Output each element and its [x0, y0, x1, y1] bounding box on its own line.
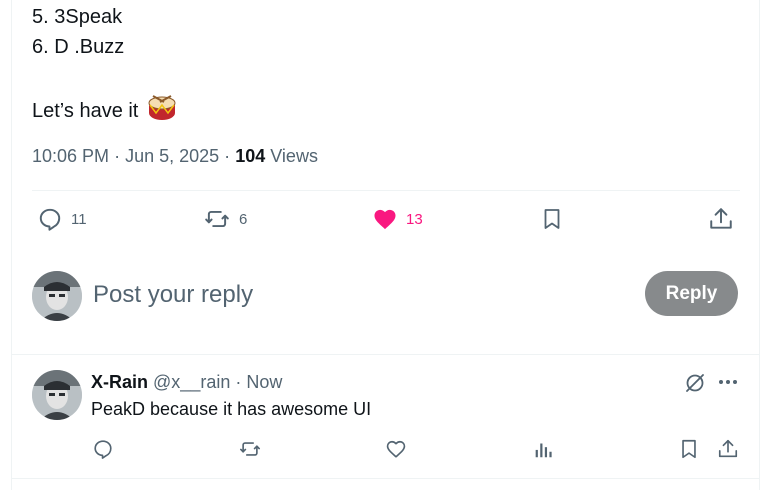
reply-time[interactable]: Now — [246, 372, 282, 392]
post-date[interactable]: Jun 5, 2025 — [125, 146, 219, 166]
reply-header: X-Rain @x__rain · Now — [91, 371, 282, 393]
share-icon — [708, 206, 734, 232]
reply-author-handle[interactable]: @x__rain — [153, 372, 230, 392]
reply-bookmark-icon[interactable] — [678, 438, 700, 465]
post-text-line-2: 6. D .Buzz — [32, 36, 125, 58]
meta-separator: · — [224, 146, 231, 166]
grok-icon[interactable] — [683, 371, 707, 400]
reply-action[interactable]: 11 — [37, 206, 87, 232]
reply-button[interactable]: Reply — [645, 271, 738, 316]
post-text-line-3: Let’s have it — [32, 95, 176, 127]
section-divider — [11, 478, 760, 479]
section-divider — [11, 354, 760, 355]
bookmark-icon — [540, 206, 564, 232]
reply-like-icon[interactable] — [385, 438, 407, 465]
reply-author-name[interactable]: X-Rain — [91, 372, 148, 392]
reply-views-icon[interactable] — [532, 438, 554, 465]
like-count: 13 — [406, 210, 423, 228]
divider — [32, 190, 740, 191]
reply-icon — [37, 206, 63, 232]
reply-text: PeakD because it has awesome UI — [91, 399, 372, 419]
views-count: 104 — [235, 146, 266, 166]
bookmark-action[interactable] — [540, 206, 564, 232]
drum-emoji-icon — [148, 95, 176, 127]
post-text-line-1: 5. 3Speak — [32, 6, 123, 28]
repost-action[interactable]: 6 — [203, 206, 247, 232]
post-time[interactable]: 10:06 PM — [32, 146, 109, 166]
repost-icon — [203, 206, 231, 232]
like-action[interactable]: 13 — [372, 206, 423, 232]
reply-avatar[interactable] — [32, 370, 82, 420]
reply-share-icon[interactable] — [717, 438, 739, 465]
more-options-icon[interactable] — [717, 371, 739, 398]
reply-input[interactable]: Post your reply — [93, 280, 253, 310]
post-meta: 10:06 PM · Jun 5, 2025 · 104 Views — [32, 145, 318, 167]
share-action[interactable] — [708, 206, 734, 232]
reply-repost-icon[interactable] — [238, 438, 262, 465]
reply-separator: · — [235, 372, 242, 392]
repost-count: 6 — [239, 210, 248, 228]
reply-count: 11 — [71, 210, 87, 228]
avatar[interactable] — [32, 271, 82, 321]
post-text-line-3-label: Let’s have it — [32, 100, 139, 122]
meta-separator: · — [114, 146, 121, 166]
reply-reply-icon[interactable] — [92, 438, 114, 465]
views-label: Views — [270, 146, 318, 166]
heart-filled-icon — [372, 206, 398, 232]
